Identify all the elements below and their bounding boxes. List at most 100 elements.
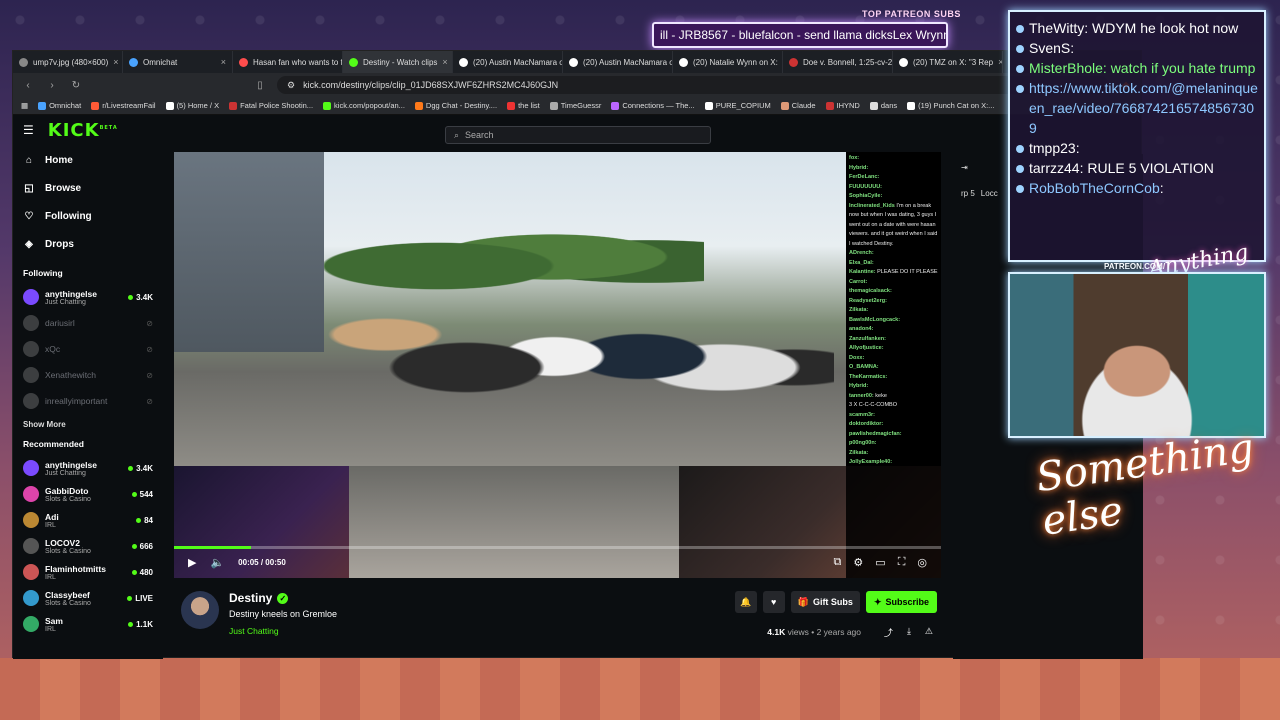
browser-tab[interactable]: ump7v.jpg (480×600) × xyxy=(13,51,123,73)
tab-close-icon[interactable]: × xyxy=(113,57,118,67)
sidebar-item-following[interactable]: ♡ Following xyxy=(23,202,153,230)
live-dot-icon xyxy=(128,465,134,471)
tab-close-icon[interactable]: × xyxy=(221,57,226,67)
video-chat-message: O_BAMNA: xyxy=(849,364,879,370)
menu-icon[interactable]: ☰ xyxy=(23,123,34,137)
bookmark-item[interactable]: (5) Home / X xyxy=(165,101,219,110)
sidebar-item-browse[interactable]: ◱ Browse xyxy=(23,174,153,202)
browser-tab[interactable]: (20) Natalie Wynn on X:× xyxy=(673,51,783,73)
show-more-link[interactable]: Show More xyxy=(23,420,153,429)
gift-subs-button[interactable]: 🎁 Gift Subs xyxy=(790,591,860,613)
avatar xyxy=(23,341,39,357)
collapse-icon[interactable]: ⇥ xyxy=(961,163,968,172)
browser-tab[interactable]: (20) Austin MacNamara o× xyxy=(453,51,563,73)
following-channel[interactable]: anythingelse Just Chatting 3.4K xyxy=(23,284,153,310)
recommended-channel[interactable]: Flaminhotmitts IRL 480 xyxy=(23,559,153,585)
video-player[interactable]: fox: Hybrid: FerDeLanc: FUUUUUUU: Sophia… xyxy=(174,152,941,578)
tab-bar: ump7v.jpg (480×600) × Omnichat × Hasan fan w… xyxy=(13,51,1141,73)
tab-close-icon[interactable]: × xyxy=(998,57,1002,67)
bookmark-item[interactable]: the list xyxy=(507,101,540,110)
chat-badge-icon xyxy=(1016,65,1024,73)
bookmark-item[interactable]: (19) Punch Cat on X:... xyxy=(907,101,994,110)
streamer-avatar[interactable] xyxy=(181,591,219,629)
bookmark-favicon-icon xyxy=(907,101,916,110)
browser-tab[interactable]: Omnichat × xyxy=(123,51,233,73)
recommended-channel[interactable]: Sam IRL 1.1K xyxy=(23,611,153,637)
site-info-icon[interactable]: ⚙ xyxy=(287,80,295,91)
avatar xyxy=(23,289,39,305)
browser-window: ump7v.jpg (480×600) × Omnichat × Hasan fan w… xyxy=(12,50,1143,659)
tab-title: ump7v.jpg (480×600) xyxy=(33,57,109,67)
streamer-name[interactable]: Destiny xyxy=(229,591,272,605)
url-text: kick.com/destiny/clips/clip_01JD68SXJWF6… xyxy=(303,80,559,90)
channel-name: Sam xyxy=(45,615,63,626)
recommended-channel[interactable]: Adi IRL 84 xyxy=(23,507,153,533)
volume-icon[interactable]: 🔈 xyxy=(210,556,224,569)
channel-name: dariusirl xyxy=(45,318,75,328)
streamer-name-row[interactable]: Destiny ✓ xyxy=(229,591,289,605)
bookmark-item[interactable]: Connections — The... xyxy=(611,101,695,110)
settings-icon[interactable]: ⚙ xyxy=(853,556,863,569)
tab-favicon-icon xyxy=(459,57,468,67)
apps-icon[interactable]: ▦ xyxy=(21,101,28,110)
bookmark-item[interactable]: IHYND xyxy=(825,101,860,110)
tab-title: (20) TMZ on X: "3 Rep xyxy=(913,57,994,67)
video-chat-message: Zilkata: xyxy=(849,449,869,456)
share-icon[interactable]: ⤴ xyxy=(884,626,893,639)
bookmark-icon[interactable]: ▯ xyxy=(253,80,267,91)
following-channel[interactable]: inreallyimportant ⊘ xyxy=(23,388,153,414)
chat-text: : xyxy=(1075,140,1080,156)
play-icon[interactable]: ▶ xyxy=(188,556,196,569)
bookmark-item[interactable]: kick.com/popout/an... xyxy=(323,101,405,110)
bookmark-item[interactable]: dans xyxy=(869,101,897,110)
reload-icon[interactable]: ↻ xyxy=(69,80,83,91)
browser-tab[interactable]: Doe v. Bonnell, 1:25-cv-2× xyxy=(783,51,893,73)
bookmark-item[interactable]: Fatal Police Shootin... xyxy=(229,101,313,110)
bookmark-item[interactable]: Omnichat xyxy=(38,101,81,110)
tab-title: (20) Austin MacNamara o xyxy=(583,57,673,67)
bookmark-item[interactable]: Dgg Chat - Destiny.... xyxy=(414,101,497,110)
forward-icon[interactable]: › xyxy=(45,80,59,91)
clip-icon[interactable]: ◎ xyxy=(917,556,927,569)
fullscreen-icon[interactable]: ⛶ xyxy=(898,556,906,569)
report-icon[interactable]: ⚠ xyxy=(925,626,933,639)
following-channel[interactable]: xQc ⊘ xyxy=(23,336,153,362)
bookmark-item[interactable]: TimeGuessr xyxy=(549,101,601,110)
video-chat-message: Hybrid: xyxy=(849,164,869,171)
recommended-channel[interactable]: LOCOV2 Slots & Casino 666 xyxy=(23,533,153,559)
recommended-channel[interactable]: Classybeef Slots & Casino LIVE xyxy=(23,585,153,611)
browser-tab[interactable]: (20) TMZ on X: "3 Rep × xyxy=(893,51,1003,73)
notification-bell-button[interactable]: 🔔 xyxy=(734,591,757,613)
follow-heart-button[interactable]: ♥ xyxy=(762,591,785,613)
kick-logo[interactable]: KICKBETA xyxy=(48,120,118,141)
bookmark-favicon-icon xyxy=(323,101,332,110)
search-input[interactable]: ⌕ Search xyxy=(445,126,711,144)
bookmark-item[interactable]: PURE_COPIUM xyxy=(704,101,771,110)
live-dot-icon xyxy=(131,491,137,497)
browser-tab[interactable]: (20) Austin MacNamara o× xyxy=(563,51,673,73)
recommended-channel[interactable]: anythingelse Just Chatting 3.4K xyxy=(23,455,153,481)
chat-badge-icon xyxy=(1016,145,1024,153)
subscribe-button[interactable]: ✦ Subscribe xyxy=(865,591,937,613)
recommended-channel[interactable]: GabbiDoto Slots & Casino 544 xyxy=(23,481,153,507)
patreon-subs-ticker: ill - JRB8567 - bluefalcon - send llama … xyxy=(652,22,948,48)
clip-title: Destiny kneels on Gremloe xyxy=(229,609,338,619)
pip-icon[interactable]: ⧉ xyxy=(834,556,842,569)
browser-tab[interactable]: Hasan fan who wants to f× xyxy=(233,51,343,73)
browser-tab[interactable]: Destiny - Watch clips × xyxy=(343,51,453,73)
video-chat-message: FUUUUUUU: xyxy=(849,183,882,190)
sidebar-item-home[interactable]: ⌂ Home xyxy=(23,146,153,174)
download-icon[interactable]: ⤓ xyxy=(907,626,911,639)
bookmark-item[interactable]: r/LivestreamFail xyxy=(91,101,156,110)
bookmark-item[interactable]: Claude xyxy=(780,101,816,110)
theater-icon[interactable]: ▭ xyxy=(875,556,885,569)
patreon-subs-label: TOP PATREON SUBS xyxy=(862,9,961,19)
tab-close-icon[interactable]: × xyxy=(442,57,447,67)
following-channel[interactable]: Xenathewitch ⊘ xyxy=(23,362,153,388)
following-channel[interactable]: dariusirl ⊘ xyxy=(23,310,153,336)
clip-category[interactable]: Just Chatting xyxy=(229,626,279,636)
sidebar-item-drops[interactable]: ◈ Drops xyxy=(23,230,153,258)
back-icon[interactable]: ‹ xyxy=(21,80,35,91)
url-field[interactable]: ⚙ kick.com/destiny/clips/clip_01JD68SXJW… xyxy=(277,76,1109,94)
search-placeholder: Search xyxy=(465,130,494,140)
